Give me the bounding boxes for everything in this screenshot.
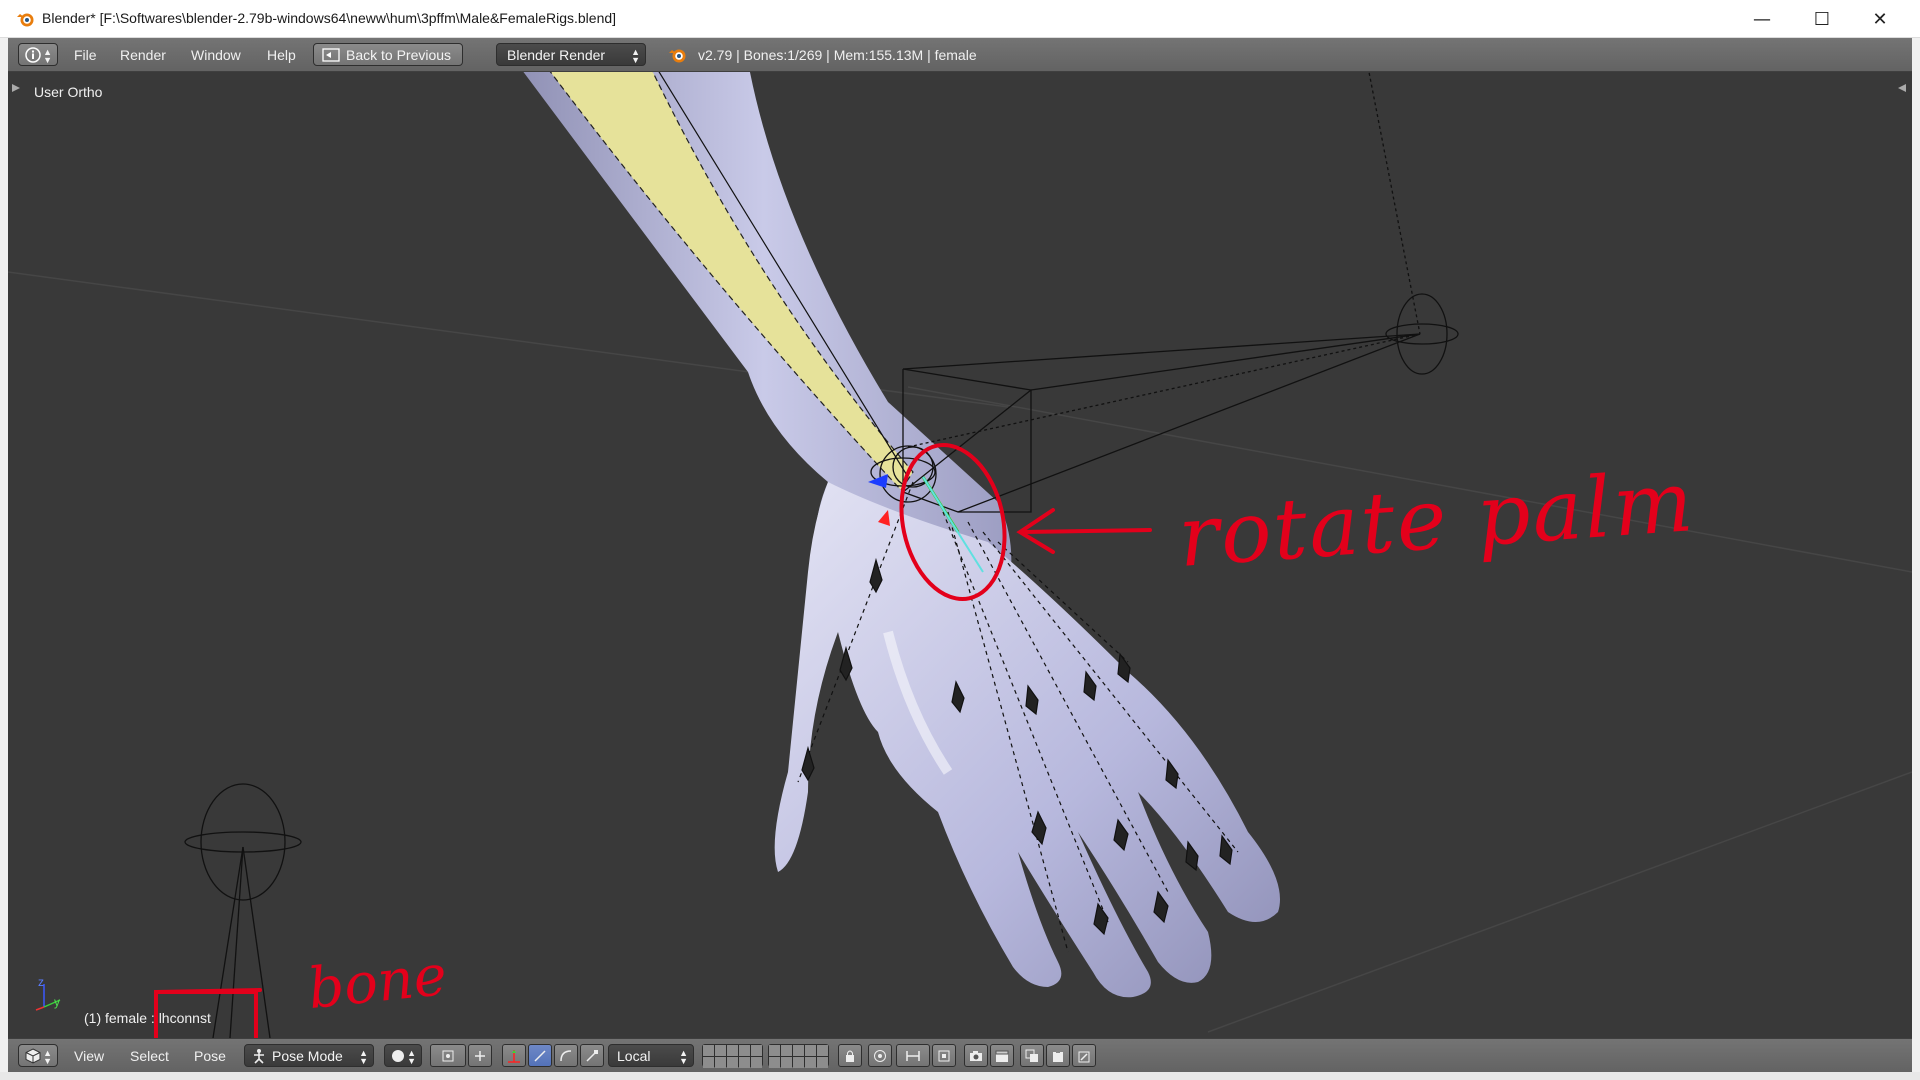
menu-select[interactable]: Select bbox=[130, 1048, 169, 1064]
arc-icon bbox=[560, 1049, 572, 1061]
close-button[interactable]: ✕ bbox=[1852, 0, 1908, 38]
cube-icon bbox=[25, 1047, 41, 1064]
editor-type-button[interactable]: ▲ ▼ bbox=[18, 43, 58, 66]
arc-manipulator-button[interactable] bbox=[554, 1044, 578, 1067]
menu-help[interactable]: Help bbox=[267, 47, 296, 63]
manipulator-toggle-button[interactable] bbox=[468, 1044, 492, 1067]
minimize-button[interactable]: — bbox=[1734, 0, 1790, 38]
window-bottom-edge bbox=[0, 1072, 1920, 1080]
render-image-button[interactable] bbox=[964, 1044, 988, 1067]
pose-mode-icon bbox=[254, 1048, 264, 1064]
translate-manipulator-button[interactable] bbox=[502, 1044, 526, 1067]
translate-icon bbox=[508, 1049, 520, 1063]
copy-pose-icon bbox=[1025, 1049, 1038, 1062]
menu-file[interactable]: File bbox=[74, 47, 97, 63]
scene-layers-group-2[interactable] bbox=[768, 1044, 829, 1068]
proportional-editing-button[interactable] bbox=[868, 1044, 892, 1067]
back-to-previous-button[interactable]: Back to Previous bbox=[313, 43, 463, 66]
pivot-icon bbox=[442, 1050, 454, 1061]
updown-arrows-icon: ▲ ▼ bbox=[43, 47, 52, 65]
back-to-previous-label: Back to Previous bbox=[346, 46, 452, 63]
lock-icon bbox=[846, 1050, 854, 1062]
pivot-point-button[interactable] bbox=[430, 1044, 466, 1067]
window-title: Blender* [F:\Softwares\blender-2.79b-win… bbox=[42, 10, 617, 26]
scale-manipulator-button[interactable] bbox=[580, 1044, 604, 1067]
3d-view-header: ▲ ▼ View Select Pose Pose Mode ▲ ▼ ▲ ▼ L… bbox=[8, 1038, 1912, 1072]
object-info-label: (1) female : lhconnst bbox=[84, 1010, 211, 1026]
solid-shading-icon bbox=[392, 1049, 404, 1062]
3d-viewport[interactable]: z y User Ortho (1) female : lhconnst rot… bbox=[8, 72, 1912, 1038]
snap-element-button[interactable] bbox=[896, 1044, 930, 1067]
snap-target-icon bbox=[938, 1050, 950, 1061]
snap-icon bbox=[906, 1050, 920, 1061]
updown-arrows-icon: ▲ ▼ bbox=[407, 1048, 416, 1066]
menu-render[interactable]: Render bbox=[120, 47, 166, 63]
ik-controls bbox=[870, 72, 1459, 513]
scene-stats: v2.79 | Bones:1/269 | Mem:155.13M | fema… bbox=[698, 47, 977, 63]
render-animation-button[interactable] bbox=[990, 1044, 1014, 1067]
scene-layers-group-1[interactable] bbox=[702, 1044, 763, 1068]
manipulator-icon bbox=[475, 1050, 485, 1061]
render-engine-label: Blender Render bbox=[507, 46, 606, 63]
paste-pose-button[interactable] bbox=[1046, 1044, 1070, 1067]
mode-select[interactable]: Pose Mode ▲ ▼ bbox=[244, 1044, 374, 1067]
copy-pose-button[interactable] bbox=[1020, 1044, 1044, 1067]
clapper-icon bbox=[995, 1050, 1009, 1062]
camera-icon bbox=[970, 1050, 982, 1061]
updown-arrows-icon: ▲ ▼ bbox=[631, 47, 640, 65]
window-right-edge bbox=[1912, 38, 1920, 1072]
rotate-icon bbox=[534, 1049, 546, 1062]
back-screen-icon bbox=[322, 47, 340, 62]
info-header: ▲ ▼ File Render Window Help Back to Previ… bbox=[8, 38, 1912, 72]
info-icon bbox=[25, 46, 41, 63]
menu-window[interactable]: Window bbox=[191, 47, 241, 63]
menu-view[interactable]: View bbox=[74, 1048, 104, 1064]
paste-flipped-icon bbox=[1078, 1051, 1090, 1062]
updown-arrows-icon: ▲ ▼ bbox=[359, 1048, 368, 1066]
editor-type-button[interactable]: ▲ ▼ bbox=[18, 1044, 58, 1067]
rotate-manipulator-button[interactable] bbox=[528, 1044, 552, 1067]
axis-z-label: z bbox=[38, 975, 44, 989]
left-panel-toggle-icon[interactable] bbox=[12, 84, 20, 92]
snap-target-button[interactable] bbox=[932, 1044, 956, 1067]
blender-logo-icon bbox=[669, 49, 686, 63]
updown-arrows-icon: ▲ ▼ bbox=[679, 1048, 688, 1066]
paste-pose-icon bbox=[1053, 1049, 1063, 1062]
mode-label: Pose Mode bbox=[272, 1047, 343, 1064]
viewport-shading-select[interactable]: ▲ ▼ bbox=[384, 1044, 422, 1067]
title-bar: Blender* [F:\Softwares\blender-2.79b-win… bbox=[0, 0, 1920, 38]
axis-y-label: y bbox=[54, 995, 60, 1009]
blender-window: Blender* [F:\Softwares\blender-2.79b-win… bbox=[0, 0, 1920, 1080]
orientation-label: Local bbox=[617, 1047, 651, 1064]
scale-icon bbox=[586, 1049, 598, 1062]
second-rig-wireframe bbox=[184, 783, 302, 1038]
viewport-scene: z y bbox=[8, 72, 1912, 1038]
render-engine-select[interactable]: Blender Render ▲ ▼ bbox=[496, 43, 646, 66]
proportional-icon bbox=[874, 1049, 886, 1062]
view-label: User Ortho bbox=[34, 84, 103, 100]
maximize-button[interactable]: ☐ bbox=[1794, 0, 1850, 38]
paste-flipped-pose-button[interactable] bbox=[1072, 1044, 1096, 1067]
right-panel-toggle-icon[interactable] bbox=[1898, 84, 1906, 92]
transform-orientation-select[interactable]: Local ▲ ▼ bbox=[608, 1044, 694, 1067]
blender-logo-icon bbox=[17, 13, 34, 27]
menu-pose[interactable]: Pose bbox=[194, 1048, 226, 1064]
lock-layers-button[interactable] bbox=[838, 1044, 862, 1067]
updown-arrows-icon: ▲ ▼ bbox=[43, 1048, 52, 1066]
